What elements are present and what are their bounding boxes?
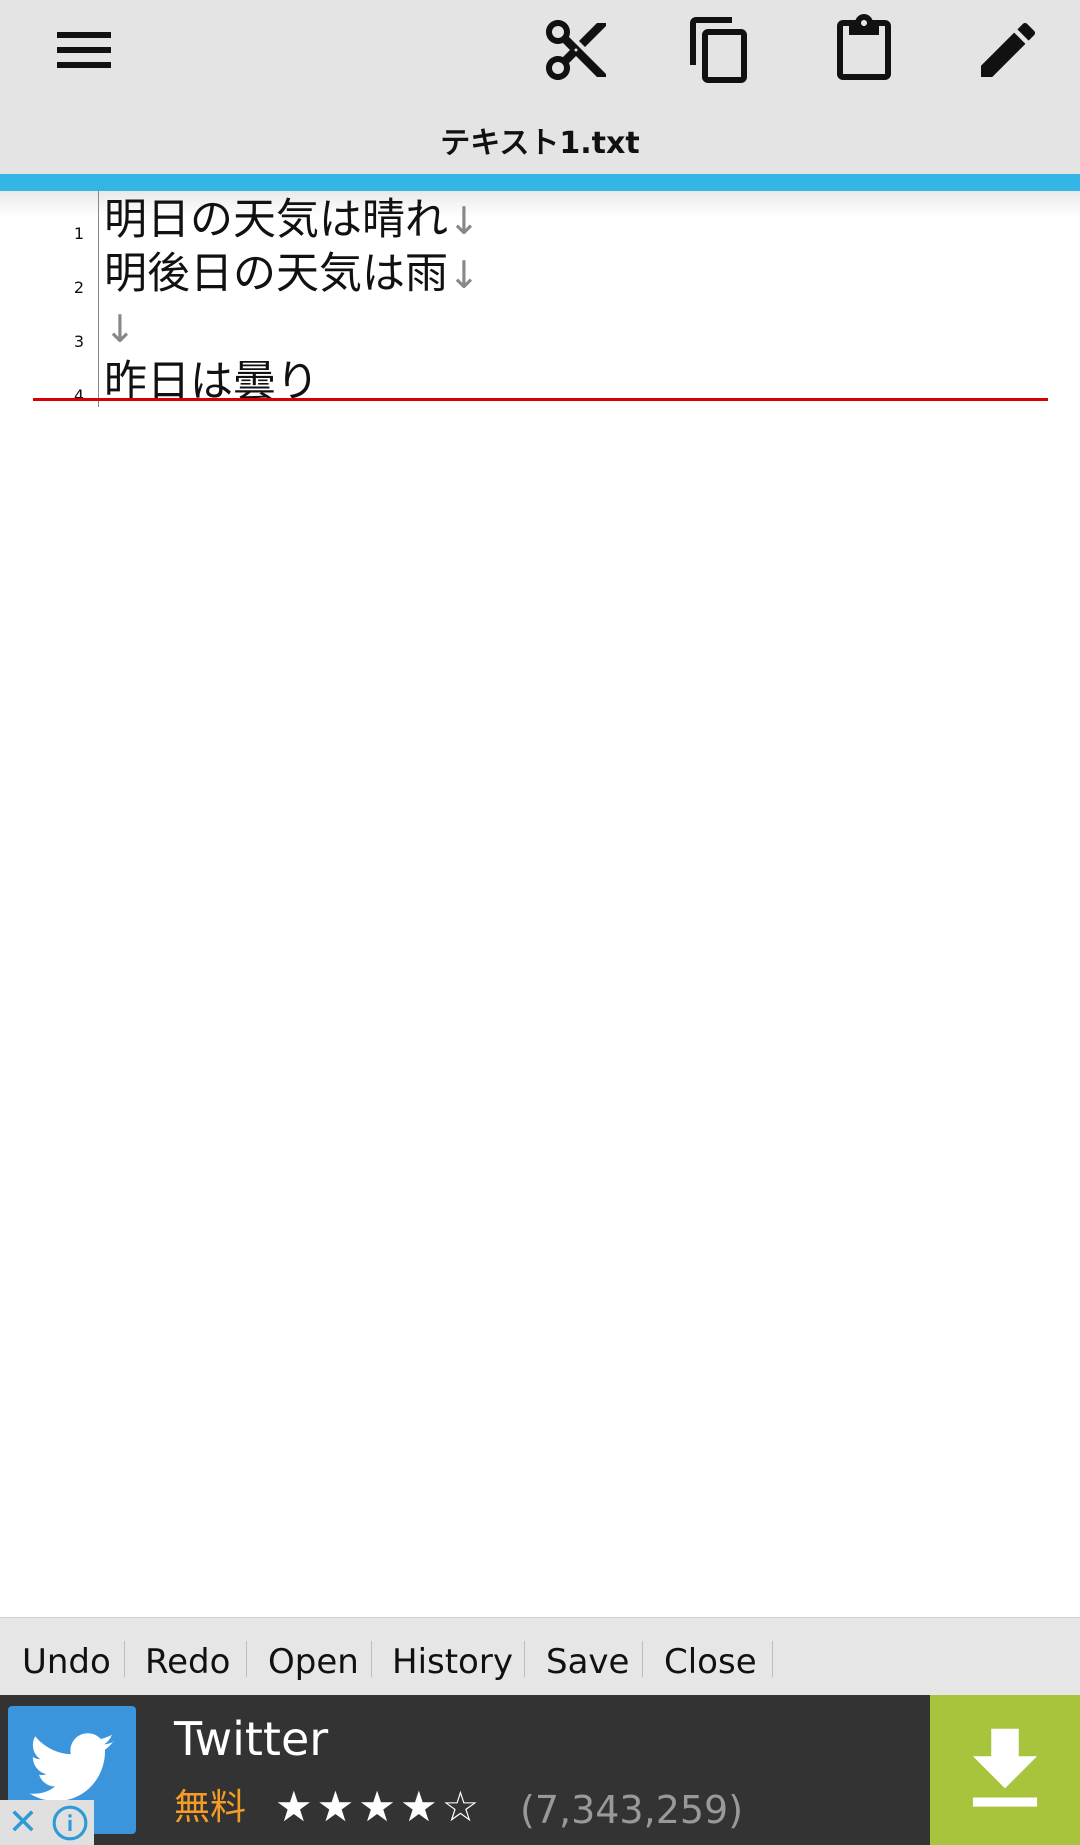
divider — [772, 1641, 773, 1677]
bottom-action-bar: Undo Redo Open History Save Close — [0, 1617, 1080, 1696]
ad-price: 無料 — [174, 1787, 247, 1828]
newline-marker: ↓ — [104, 307, 136, 351]
editor-line[interactable]: 3 ↓ — [0, 301, 1080, 355]
ad-banner[interactable]: Twitter 無料 ★★★★☆ (7,343,259) ✕ — [0, 1695, 1080, 1845]
ad-info-button[interactable] — [46, 1800, 94, 1845]
ad-rating-count: (7,343,259) — [520, 1788, 744, 1832]
accent-bar — [0, 174, 1080, 191]
line-text: 明日の天気は晴れ — [104, 195, 448, 245]
menu-button[interactable] — [44, 10, 124, 90]
editor-line[interactable]: 1 明日の天気は晴れ↓ — [0, 193, 1080, 247]
save-button[interactable]: Save — [546, 1640, 629, 1684]
line-number: 4 — [73, 386, 84, 405]
info-icon — [52, 1805, 88, 1840]
edit-button[interactable] — [968, 10, 1048, 90]
cut-button[interactable] — [536, 10, 616, 90]
ad-rating-stars: ★★★★☆ — [275, 1782, 484, 1831]
download-icon — [972, 1728, 1038, 1807]
line-number: 1 — [73, 224, 84, 243]
file-title: テキスト1.txt — [440, 126, 640, 161]
editor-line[interactable]: 2 明後日の天気は雨↓ — [0, 247, 1080, 301]
menu-icon — [57, 32, 111, 68]
divider — [524, 1641, 525, 1677]
divider — [642, 1641, 643, 1677]
ad-close-icon[interactable]: ✕ — [0, 1800, 46, 1845]
copy-icon — [690, 17, 747, 83]
redo-button[interactable]: Redo — [145, 1640, 230, 1684]
history-button[interactable]: History — [392, 1640, 513, 1684]
paste-icon — [837, 14, 891, 80]
close-button[interactable]: Close — [664, 1640, 757, 1684]
divider — [124, 1641, 125, 1677]
ad-app-name: Twitter — [174, 1712, 329, 1766]
newline-marker: ↓ — [448, 253, 480, 297]
current-line-indicator — [33, 398, 1048, 401]
line-text: 明後日の天気は雨 — [104, 249, 448, 299]
divider — [371, 1641, 372, 1677]
cut-icon — [546, 20, 606, 80]
ad-download-button[interactable] — [930, 1695, 1080, 1845]
undo-button[interactable]: Undo — [22, 1640, 111, 1684]
top-toolbar: テキスト1.txt — [0, 0, 1080, 174]
line-content: ↓ — [104, 301, 136, 356]
text-editor[interactable]: 1 明日の天気は晴れ↓ 2 明後日の天気は雨↓ 3 ↓ 4 昨日は曇り — [0, 191, 1080, 1617]
line-number: 3 — [73, 332, 84, 351]
line-content: 明後日の天気は雨↓ — [104, 247, 480, 302]
line-content: 明日の天気は晴れ↓ — [104, 193, 480, 248]
open-button[interactable]: Open — [268, 1640, 359, 1684]
paste-button[interactable] — [824, 10, 904, 90]
line-number: 2 — [73, 278, 84, 297]
line-content: 昨日は曇り — [104, 355, 319, 410]
divider — [246, 1641, 247, 1677]
copy-button[interactable] — [680, 10, 760, 90]
edit-icon — [981, 22, 1036, 77]
newline-marker: ↓ — [448, 199, 480, 243]
